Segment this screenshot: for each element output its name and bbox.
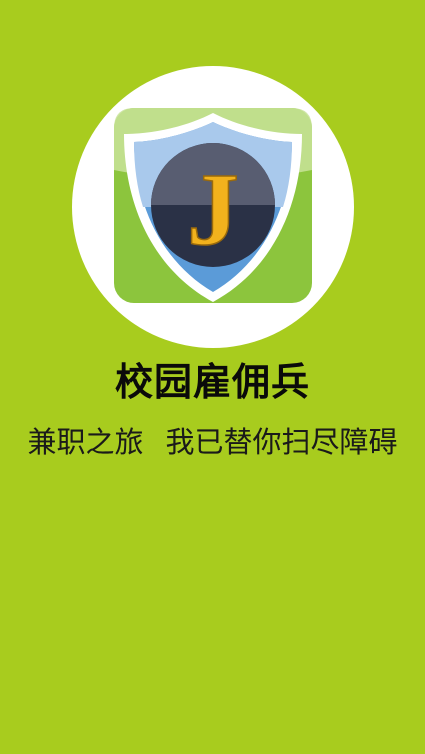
splash-screen: J 校园雇佣兵 兼职之旅 我已替你扫尽障碍 [0, 0, 425, 754]
slogan-part-2: 我已替你扫尽障碍 [165, 425, 398, 459]
logo-letter: J [187, 152, 239, 267]
slogan-part-1: 兼职之旅 [27, 425, 144, 459]
app-logo: J [72, 66, 354, 348]
app-title: 校园雇佣兵 [114, 360, 310, 404]
shield-emblem-icon: J [72, 66, 354, 348]
app-slogan: 兼职之旅 我已替你扫尽障碍 [0, 420, 425, 464]
